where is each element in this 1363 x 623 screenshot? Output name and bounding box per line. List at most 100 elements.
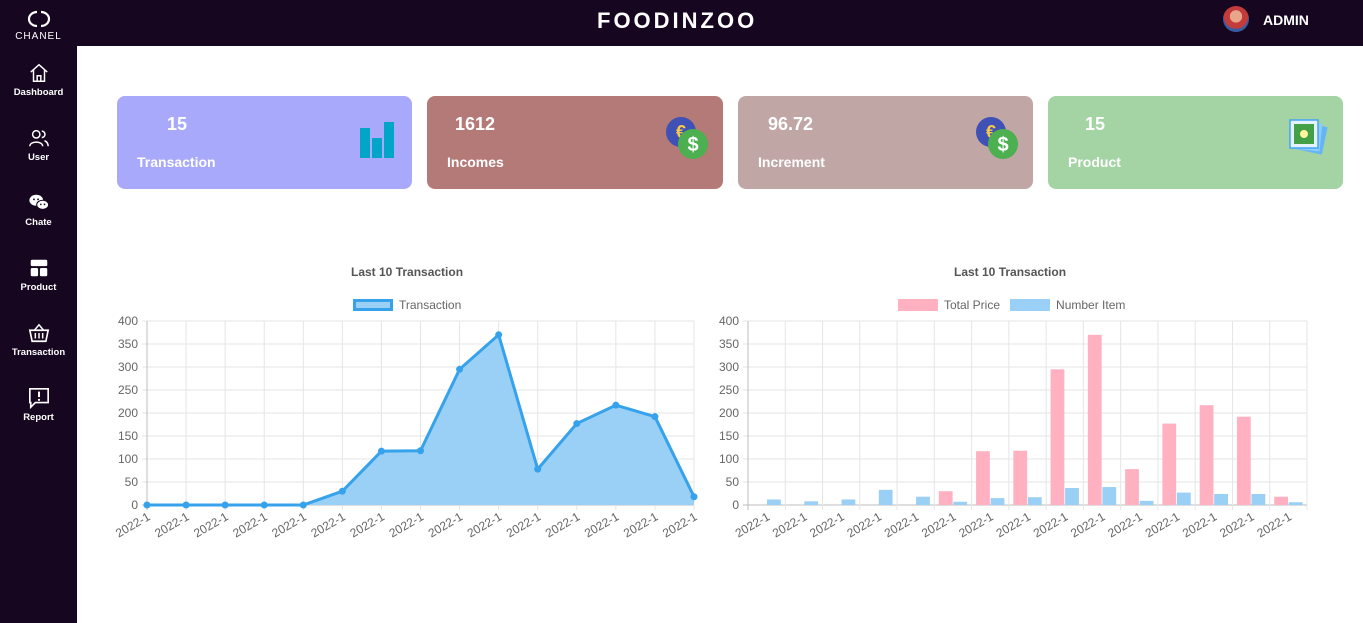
x-tick-label: 2022-1 bbox=[882, 509, 922, 540]
y-tick-label: 300 bbox=[118, 360, 138, 374]
bar-number-item bbox=[1139, 500, 1154, 505]
bar-chart-icon bbox=[360, 122, 394, 158]
x-tick-label: 2022-1 bbox=[1180, 509, 1220, 540]
bar-total-price bbox=[1087, 334, 1102, 505]
sidebar-item-label: Chate bbox=[25, 217, 52, 228]
chart-title: Last 10 Transaction bbox=[954, 265, 1067, 279]
sidebar-item-label: Report bbox=[23, 412, 54, 423]
sidebar-item-dashboard[interactable]: Dashboard bbox=[0, 62, 77, 98]
y-tick-label: 100 bbox=[118, 452, 138, 466]
data-point bbox=[143, 501, 151, 509]
bar-number-item bbox=[804, 501, 819, 505]
x-tick-label: 2022-1 bbox=[348, 509, 388, 540]
x-tick-label: 2022-1 bbox=[994, 509, 1034, 540]
home-icon bbox=[29, 63, 48, 82]
y-tick-label: 200 bbox=[118, 406, 138, 420]
x-tick-label: 2022-1 bbox=[387, 509, 427, 540]
product-icon bbox=[30, 259, 47, 277]
y-tick-label: 50 bbox=[125, 475, 139, 489]
x-tick-label: 2022-1 bbox=[807, 509, 847, 540]
transaction-area-chart: 0501001502002503003504002022-1 2022-1 2022… bbox=[113, 314, 700, 540]
sidebar-item-user[interactable]: User bbox=[0, 127, 77, 163]
stat-card-incomes[interactable]: 1612 Incomes € $ bbox=[427, 96, 723, 189]
y-tick-label: 150 bbox=[118, 429, 138, 443]
stat-label: Product bbox=[1068, 154, 1121, 170]
data-point bbox=[612, 401, 620, 409]
logo-text: CHANEL bbox=[15, 31, 62, 42]
data-point bbox=[690, 493, 698, 501]
bar-total-price bbox=[1013, 450, 1028, 505]
sidebar-item-transaction[interactable]: Transaction bbox=[0, 322, 77, 358]
page-title: FOODINZOO bbox=[597, 8, 758, 33]
svg-text:$: $ bbox=[687, 134, 698, 156]
bar-number-item bbox=[1176, 492, 1191, 505]
data-point bbox=[417, 447, 424, 455]
y-tick-label: 250 bbox=[118, 383, 138, 397]
data-point bbox=[651, 413, 659, 421]
data-point bbox=[377, 447, 385, 455]
x-tick-label: 2022-1 bbox=[113, 509, 153, 540]
stat-value: 15 bbox=[167, 114, 188, 134]
top-bar: FOODINZOO ADMIN bbox=[77, 0, 1363, 46]
currency-icon: € $ bbox=[976, 117, 1018, 159]
stat-card-transaction[interactable]: 15 Transaction bbox=[117, 96, 412, 189]
brand-logo[interactable]: CHANEL bbox=[0, 8, 77, 42]
x-tick-label: 2022-1 bbox=[660, 509, 700, 540]
bar-total-price bbox=[1274, 496, 1288, 505]
sidebar-item-chate[interactable]: Chate bbox=[0, 192, 77, 228]
bar-total-price bbox=[1050, 369, 1065, 505]
data-point bbox=[534, 465, 542, 473]
y-tick-label: 0 bbox=[732, 498, 739, 512]
x-tick-label: 2022-1 bbox=[269, 509, 309, 540]
bar-number-item bbox=[1251, 493, 1266, 505]
y-tick-label: 50 bbox=[726, 475, 740, 489]
stat-value: 96.72 bbox=[768, 114, 814, 134]
x-tick-label: 2022-1 bbox=[230, 509, 270, 540]
bar-total-price bbox=[976, 451, 990, 505]
y-tick-label: 150 bbox=[719, 429, 739, 443]
x-tick-label: 2022-1 bbox=[621, 509, 661, 540]
sidebar-item-report[interactable]: Report bbox=[0, 387, 77, 423]
svg-text:$: $ bbox=[997, 134, 1008, 156]
x-tick-label: 2022-1 bbox=[733, 509, 773, 540]
data-point bbox=[260, 501, 268, 509]
stat-card-product[interactable]: 15 Product bbox=[1048, 96, 1343, 189]
y-tick-label: 350 bbox=[118, 337, 138, 351]
stat-value: 15 bbox=[1085, 114, 1106, 134]
bar-number-item bbox=[990, 498, 1005, 505]
x-tick-label: 2022-1 bbox=[1217, 509, 1257, 540]
report-icon bbox=[28, 388, 49, 409]
data-point bbox=[338, 487, 346, 495]
user-name[interactable]: ADMIN bbox=[1263, 12, 1309, 28]
stat-card-increment[interactable]: 96.72 Increment € $ bbox=[738, 96, 1033, 189]
data-point bbox=[456, 365, 464, 373]
x-tick-label: 2022-1 bbox=[465, 509, 505, 540]
x-tick-label: 2022-1 bbox=[1068, 509, 1108, 540]
x-tick-label: 2022-1 bbox=[191, 509, 231, 540]
x-tick-label: 2022-1 bbox=[426, 509, 466, 540]
bar-number-item bbox=[1214, 493, 1228, 505]
avatar[interactable] bbox=[1223, 6, 1249, 32]
users-icon bbox=[28, 129, 49, 147]
y-tick-label: 200 bbox=[719, 406, 739, 420]
sidebar-item-label: Product bbox=[20, 282, 57, 293]
x-tick-label: 2022-1 bbox=[1254, 509, 1294, 540]
y-tick-label: 400 bbox=[118, 314, 138, 328]
sidebar-item-product[interactable]: Product bbox=[0, 257, 77, 293]
x-tick-label: 2022-1 bbox=[1031, 509, 1071, 540]
data-point bbox=[221, 501, 229, 509]
stat-value: 1612 bbox=[455, 114, 496, 134]
x-tick-label: 2022-1 bbox=[152, 509, 192, 540]
bar-number-item bbox=[1288, 502, 1303, 505]
data-point bbox=[573, 420, 581, 428]
chat-icon bbox=[28, 194, 49, 210]
x-tick-label: 2022-1 bbox=[956, 509, 996, 540]
bar-number-item bbox=[767, 499, 781, 505]
basket-icon bbox=[28, 323, 49, 343]
stat-label: Incomes bbox=[447, 154, 504, 170]
stat-label: Increment bbox=[758, 154, 825, 170]
sidebar-item-label: Transaction bbox=[11, 347, 66, 358]
photo-stack-icon bbox=[1289, 119, 1328, 155]
x-tick-label: 2022-1 bbox=[543, 509, 583, 540]
sidebar-item-label: User bbox=[27, 152, 50, 163]
